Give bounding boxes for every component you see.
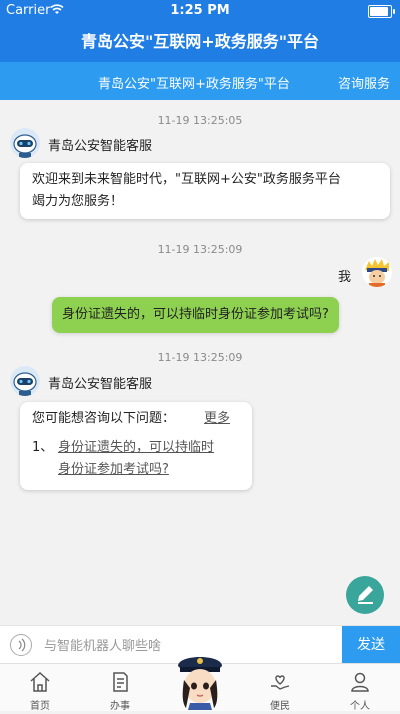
message-text: 欢迎来到未来智能时代，"互联网+公安"政务服务平台 — [32, 172, 341, 187]
sub-header: 青岛公安"互联网+政务服务"平台 咨询服务 — [0, 62, 400, 100]
suggestion-prompt: 您可能想咨询以下问题： — [32, 411, 176, 426]
home-icon — [30, 671, 50, 692]
bot-avatar — [10, 128, 40, 158]
suggested-question-line: 身份证参加考试吗? — [58, 462, 169, 477]
person-icon — [351, 672, 369, 692]
send-button[interactable]: 发送 — [342, 626, 400, 664]
suggestion-index: 1、 — [32, 440, 54, 455]
tab-profile[interactable]: 个人 — [330, 664, 390, 712]
tab-convenience[interactable]: 便民 — [250, 664, 310, 712]
chat-area[interactable]: 11-19 13:25:05 青岛公安智能客服 欢迎来到未来智能时代，"互联网+… — [0, 100, 400, 625]
user-avatar — [362, 257, 392, 287]
sub-header-title: 青岛公安"互联网+政务服务"平台 — [98, 77, 290, 92]
consult-service-link[interactable]: 咨询服务 — [338, 73, 390, 92]
suggested-question-link[interactable]: 身份证遗失的，可以持临时 身份证参加考试吗? — [58, 437, 214, 481]
user-name: 我 — [338, 270, 352, 285]
sender-name: 青岛公安智能客服 — [48, 139, 153, 154]
tab-home[interactable]: 首页 — [10, 664, 70, 712]
message-timestamp: 11-19 13:25:09 — [157, 351, 243, 364]
clock: 1:25 PM — [170, 3, 230, 18]
message-text: 身份证遗失的，可以持临时身份证参加考试吗? — [62, 307, 329, 322]
police-mascot-avatar[interactable] — [168, 648, 232, 710]
heart-hand-icon — [271, 675, 290, 690]
bot-suggestion-bubble: 您可能想咨询以下问题： 更多 1、 身份证遗失的，可以持临时 身份证参加考试吗? — [20, 402, 252, 490]
edit-fab-button[interactable] — [346, 576, 384, 614]
document-icon — [113, 672, 128, 692]
pencil-icon — [358, 586, 373, 604]
bot-message-bubble: 欢迎来到未来智能时代，"互联网+公安"政务服务平台 竭力为您服务！ — [20, 163, 390, 219]
bot-avatar — [10, 366, 40, 396]
message-timestamp: 11-19 13:25:09 — [157, 243, 243, 256]
more-link[interactable]: 更多 — [204, 408, 230, 430]
battery-icon — [368, 5, 395, 18]
message-timestamp: 11-19 13:25:05 — [157, 114, 243, 127]
sender-name: 青岛公安智能客服 — [48, 377, 153, 392]
voice-input-button[interactable] — [10, 634, 32, 656]
voice-icon — [18, 638, 26, 652]
tab-services[interactable]: 办事 — [90, 664, 150, 712]
user-message-bubble: 身份证遗失的，可以持临时身份证参加考试吗? — [52, 297, 339, 333]
suggested-question-line: 身份证遗失的，可以持临时 — [58, 440, 215, 455]
message-text: 竭力为您服务！ — [32, 194, 124, 209]
status-bar: Carrier 1:25 PM — [0, 0, 400, 22]
app-title: 青岛公安"互联网+政务服务"平台 — [0, 22, 400, 62]
